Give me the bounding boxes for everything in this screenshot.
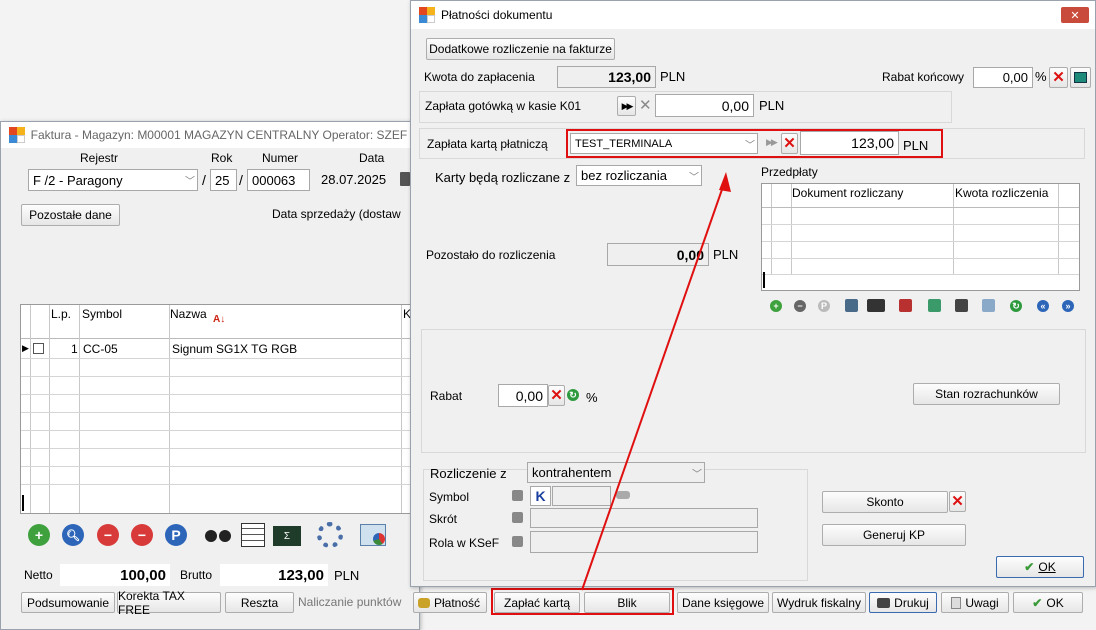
annotation-arrow bbox=[581, 172, 731, 591]
